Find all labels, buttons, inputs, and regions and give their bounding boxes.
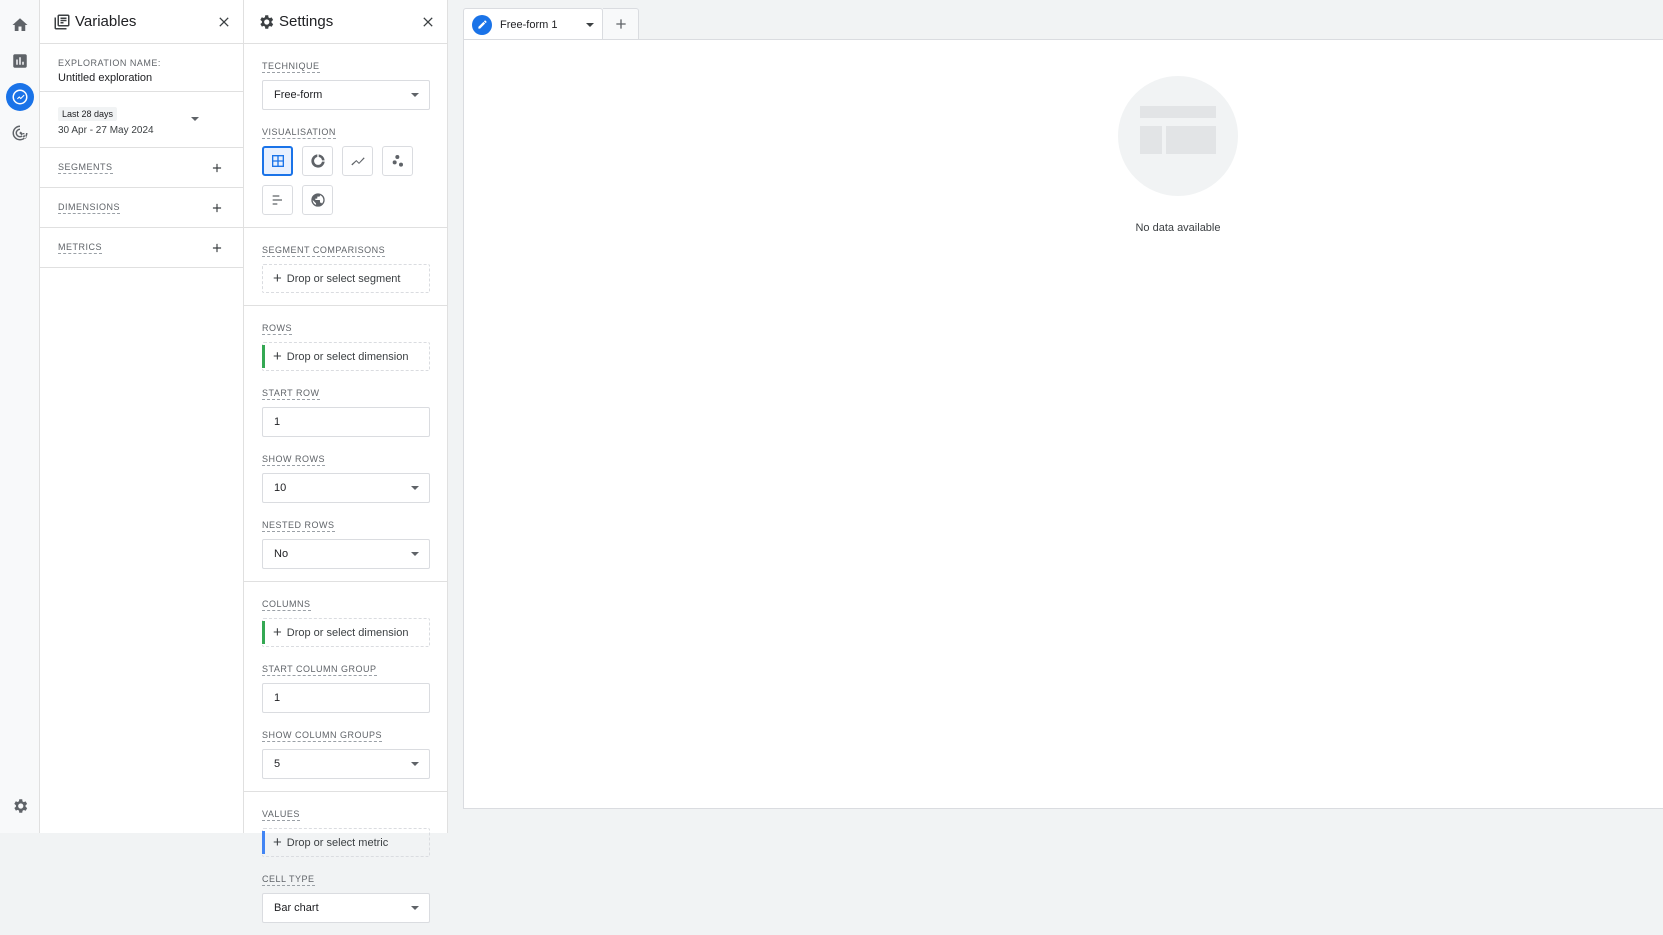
start-row-label: START ROW [262,388,320,400]
values-label: VALUES [262,809,300,821]
settings-panel: Settings TECHNIQUE Free-form VISUALISATI… [244,0,448,923]
chevron-down-icon[interactable] [191,117,199,121]
chevron-down-icon[interactable] [586,22,594,27]
close-icon[interactable] [419,13,437,31]
variables-icon [53,13,71,31]
segments-section: SEGMENTS [40,148,243,188]
add-dimension-icon[interactable] [209,200,225,216]
show-rows-label: SHOW ROWS [262,454,325,466]
metrics-label: METRICS [58,241,102,254]
segment-drop-text: Drop or select segment [286,272,401,285]
exploration-name-label: EXPLORATION NAME: [58,58,161,68]
values-section: VALUES + Drop or select metric CELL TYPE… [244,792,447,935]
exploration-name-value[interactable]: Untitled exploration [58,72,225,84]
tab-free-form-1[interactable]: Free-form 1 [463,8,603,40]
start-column-group-label: START COLUMN GROUP [262,664,377,676]
plus-icon [615,19,626,29]
show-column-groups-label: SHOW COLUMN GROUPS [262,730,383,742]
explore-icon[interactable] [6,83,34,111]
technique-value: Free-form [274,89,323,101]
dimensions-section: DIMENSIONS [40,188,243,228]
show-rows-dropdown[interactable]: 10 [262,473,430,503]
show-rows-value: 10 [274,482,287,494]
tab-bar: Free-form 1 [463,8,639,40]
home-icon[interactable] [6,11,34,39]
columns-section: COLUMNS + Drop or select dimension START… [244,582,447,792]
chevron-down-icon [411,762,419,766]
nested-rows-label: NESTED ROWS [262,520,335,532]
empty-state-message: No data available [1135,222,1221,234]
technique-label: TECHNIQUE [262,61,320,73]
nested-rows-value: No [274,548,289,560]
chevron-down-icon [411,93,419,97]
exploration-canvas: No data available [463,39,1663,809]
values-drop-text: Drop or select metric [286,836,389,849]
technique-dropdown[interactable]: Free-form [262,80,430,110]
variables-panel: Variables EXPLORATION NAME: Untitled exp… [40,0,244,833]
date-range-selector[interactable]: Last 28 days 30 Apr - 27 May 2024 [40,92,243,148]
add-segment-icon[interactable] [209,160,225,176]
rows-drop-text: Drop or select dimension [286,350,409,363]
add-metric-icon[interactable] [209,240,225,256]
values-drop-zone[interactable]: + Drop or select metric [262,828,430,857]
nav-rail [0,0,40,833]
rows-section: ROWS + Drop or select dimension START RO… [244,306,447,582]
line-viz-icon[interactable] [342,146,373,176]
edit-icon[interactable] [472,14,492,35]
reports-icon[interactable] [6,47,34,75]
columns-label: COLUMNS [262,599,311,611]
cell-type-dropdown[interactable]: Bar chart [262,893,430,923]
segment-comparisons-section: SEGMENT COMPARISONS + Drop or select seg… [244,228,447,306]
rows-drop-zone[interactable]: + Drop or select dimension [262,342,430,371]
tab-label: Free-form 1 [500,18,558,31]
gear-icon[interactable] [6,792,34,820]
donut-viz-icon[interactable] [302,146,333,176]
segments-label: SEGMENTS [58,161,113,174]
scatter-viz-icon[interactable] [382,146,413,176]
plus-icon: + [273,834,282,851]
geo-viz-icon[interactable] [302,185,333,215]
empty-state-illustration [1118,76,1238,196]
bar-viz-icon[interactable] [262,185,293,215]
close-icon[interactable] [215,13,233,31]
start-row-input[interactable]: 1 [262,407,430,437]
segment-drop-zone[interactable]: + Drop or select segment [262,264,430,293]
visualisation-label: VISUALISATION [262,127,336,139]
chevron-down-icon [411,552,419,556]
cell-type-label: CELL TYPE [262,874,315,886]
nested-rows-dropdown[interactable]: No [262,539,430,569]
segment-comparisons-label: SEGMENT COMPARISONS [262,245,386,257]
advertising-icon[interactable] [6,119,34,147]
table-viz-icon[interactable] [262,146,293,176]
show-column-groups-value: 5 [274,758,281,770]
plus-icon: + [273,270,282,287]
start-column-group-input[interactable]: 1 [262,683,430,713]
variables-title: Variables [75,13,137,30]
visualisation-grid [262,146,432,215]
settings-header: Settings [244,0,447,44]
date-range-text: 30 Apr - 27 May 2024 [58,125,154,136]
columns-drop-text: Drop or select dimension [286,626,409,639]
settings-title: Settings [279,13,334,30]
dimensions-label: DIMENSIONS [58,201,121,214]
columns-drop-zone[interactable]: + Drop or select dimension [262,618,430,647]
chevron-down-icon [411,486,419,490]
settings-gear-icon [257,13,275,31]
cell-type-value: Bar chart [274,902,319,914]
plus-icon: + [273,624,282,641]
show-column-groups-dropdown[interactable]: 5 [262,749,430,779]
technique-section: TECHNIQUE Free-form VISUALISATION [244,44,447,228]
exploration-name-section[interactable]: EXPLORATION NAME: Untitled exploration [40,44,243,92]
add-tab-button[interactable] [603,8,639,40]
chevron-down-icon [411,906,419,910]
plus-icon: + [273,348,282,365]
variables-header: Variables [40,0,243,44]
rows-label: ROWS [262,323,292,335]
metrics-section: METRICS [40,228,243,268]
date-preset-chip: Last 28 days [58,107,118,121]
